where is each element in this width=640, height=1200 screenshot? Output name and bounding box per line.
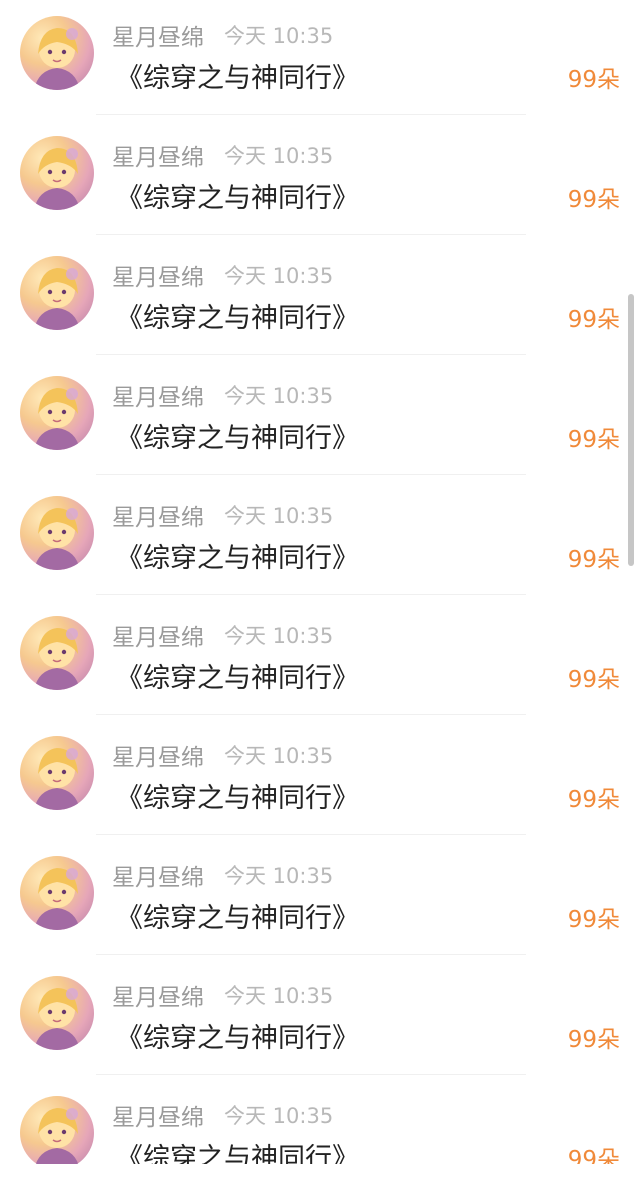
anime-avatar-icon xyxy=(34,868,80,930)
avatar[interactable] xyxy=(20,496,94,570)
sender-name: 星月昼绵 xyxy=(112,265,204,291)
list-item[interactable]: 星月昼绵 今天 10:35 《综穿之与神同行》 99朵 xyxy=(0,600,640,720)
work-title[interactable]: 《综穿之与神同行》 xyxy=(116,656,359,695)
work-title[interactable]: 《综穿之与神同行》 xyxy=(116,296,359,335)
work-title[interactable]: 《综穿之与神同行》 xyxy=(116,56,359,95)
avatar[interactable] xyxy=(20,736,94,810)
anime-avatar-icon xyxy=(34,388,80,450)
row-divider xyxy=(96,1074,526,1075)
anime-avatar-icon xyxy=(34,508,80,570)
sender-name: 星月昼绵 xyxy=(112,1105,204,1131)
anime-avatar-icon xyxy=(34,628,80,690)
scrollbar[interactable] xyxy=(628,294,634,566)
avatar[interactable] xyxy=(20,376,94,450)
list-item[interactable]: 星月昼绵 今天 10:35 《综穿之与神同行》 99朵 xyxy=(0,360,640,480)
anime-avatar-icon xyxy=(34,268,80,330)
gift-amount: 99朵 xyxy=(567,67,620,93)
gift-amount: 99朵 xyxy=(567,307,620,333)
sender-name: 星月昼绵 xyxy=(112,625,204,651)
anime-avatar-icon xyxy=(34,1108,80,1170)
sender-name: 星月昼绵 xyxy=(112,745,204,771)
gift-time: 今天 10:35 xyxy=(224,24,334,48)
gift-amount: 99朵 xyxy=(567,187,620,213)
gift-time: 今天 10:35 xyxy=(224,744,334,768)
list-item[interactable]: 星月昼绵 今天 10:35 《综穿之与神同行》 99朵 xyxy=(0,120,640,240)
gift-time: 今天 10:35 xyxy=(224,864,334,888)
avatar[interactable] xyxy=(20,976,94,1050)
gift-time: 今天 10:35 xyxy=(224,984,334,1008)
avatar[interactable] xyxy=(20,256,94,330)
anime-avatar-icon xyxy=(34,148,80,210)
list-item[interactable]: 星月昼绵 今天 10:35 《综穿之与神同行》 99朵 xyxy=(0,0,640,120)
gift-time: 今天 10:35 xyxy=(224,144,334,168)
row-divider xyxy=(96,474,526,475)
list-item[interactable]: 星月昼绵 今天 10:35 《综穿之与神同行》 99朵 xyxy=(0,720,640,840)
avatar[interactable] xyxy=(20,856,94,930)
row-divider xyxy=(96,834,526,835)
gift-time: 今天 10:35 xyxy=(224,264,334,288)
gift-time: 今天 10:35 xyxy=(224,624,334,648)
gift-time: 今天 10:35 xyxy=(224,1104,334,1128)
sender-name: 星月昼绵 xyxy=(112,865,204,891)
sender-name: 星月昼绵 xyxy=(112,985,204,1011)
sender-name: 星月昼绵 xyxy=(112,505,204,531)
anime-avatar-icon xyxy=(34,28,80,90)
sender-name: 星月昼绵 xyxy=(112,145,204,171)
list-item[interactable]: 星月昼绵 今天 10:35 《综穿之与神同行》 99朵 xyxy=(0,240,640,360)
gift-amount: 99朵 xyxy=(567,667,620,693)
work-title[interactable]: 《综穿之与神同行》 xyxy=(116,896,359,935)
anime-avatar-icon xyxy=(34,988,80,1050)
gift-time: 今天 10:35 xyxy=(224,384,334,408)
row-divider xyxy=(96,114,526,115)
work-title[interactable]: 《综穿之与神同行》 xyxy=(116,536,359,575)
gift-amount: 99朵 xyxy=(567,1027,620,1053)
gift-time: 今天 10:35 xyxy=(224,504,334,528)
work-title[interactable]: 《综穿之与神同行》 xyxy=(116,776,359,815)
row-divider xyxy=(96,234,526,235)
work-title[interactable]: 《综穿之与神同行》 xyxy=(116,176,359,215)
avatar[interactable] xyxy=(20,616,94,690)
work-title[interactable]: 《综穿之与神同行》 xyxy=(116,1016,359,1055)
list-item[interactable]: 星月昼绵 今天 10:35 《综穿之与神同行》 99朵 xyxy=(0,960,640,1080)
row-divider xyxy=(96,594,526,595)
row-divider xyxy=(96,354,526,355)
list-item[interactable]: 星月昼绵 今天 10:35 《综穿之与神同行》 99朵 xyxy=(0,840,640,960)
anime-avatar-icon xyxy=(34,748,80,810)
sender-name: 星月昼绵 xyxy=(112,25,204,51)
avatar[interactable] xyxy=(20,1096,94,1170)
avatar[interactable] xyxy=(20,16,94,90)
row-divider xyxy=(96,714,526,715)
gift-amount: 99朵 xyxy=(567,787,620,813)
sender-name: 星月昼绵 xyxy=(112,385,204,411)
bottom-clip xyxy=(0,1164,640,1192)
gift-amount: 99朵 xyxy=(567,907,620,933)
work-title[interactable]: 《综穿之与神同行》 xyxy=(116,416,359,455)
gift-amount: 99朵 xyxy=(567,547,620,573)
avatar[interactable] xyxy=(20,136,94,210)
list-item[interactable]: 星月昼绵 今天 10:35 《综穿之与神同行》 99朵 xyxy=(0,480,640,600)
gift-amount: 99朵 xyxy=(567,427,620,453)
row-divider xyxy=(96,954,526,955)
